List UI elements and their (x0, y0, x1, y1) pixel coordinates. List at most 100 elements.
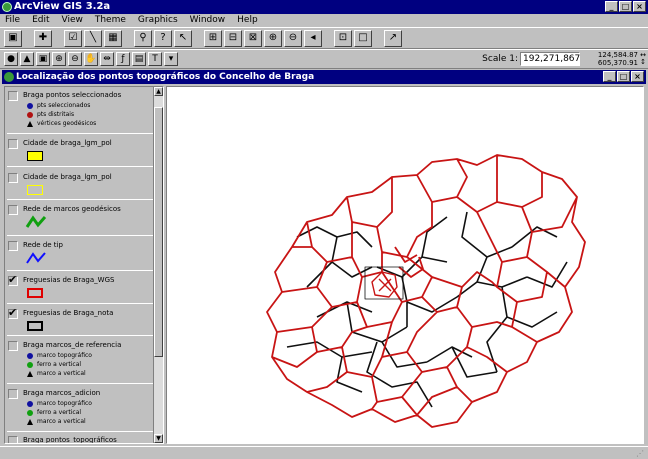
select-feature-icon[interactable]: ⊡ (334, 29, 352, 47)
edit-legend-icon[interactable]: ╲ (84, 29, 102, 47)
tool-bar: ● ▲ ▣ ⊕ ⊖ ✋ ⇹ ƒ ▤ T ▾ Scale 1: 192,271,8… (0, 49, 648, 69)
zoom-full-icon[interactable]: ⊞ (204, 29, 222, 47)
coord-arrows-icon: ↔ ↕ (640, 51, 646, 66)
label-icon[interactable]: ▤ (132, 52, 146, 66)
button-bar: ▣ ✚ ☑ ╲ ▦ ⚲ ? ↖ ⊞ ⊟ ⊠ ⊕ ⊖ ◂ ⊡ □ ↗ (0, 27, 648, 49)
coord-y: 605,370.91 (597, 59, 638, 67)
theme-name: Rede de tip (23, 241, 63, 249)
legend-class: vértices geodésicos (27, 120, 96, 127)
pointer-icon[interactable]: ▲ (20, 52, 34, 66)
menu-graphics[interactable]: Graphics (137, 14, 179, 27)
measure-icon[interactable]: ⇹ (100, 52, 114, 66)
minimize-button[interactable]: _ (605, 1, 618, 12)
vertex-edit-icon[interactable]: ▣ (36, 52, 50, 66)
red-outline-symbol-icon (27, 288, 43, 298)
theme-name: Braga pontos_topográficos (23, 436, 117, 444)
zoom-in-icon[interactable]: ⊕ (264, 29, 282, 47)
legend-class: marco a vertical (27, 418, 86, 425)
pan-icon[interactable]: ✋ (84, 52, 98, 66)
theme-visibility-checkbox[interactable] (8, 273, 18, 286)
view-icon (4, 72, 14, 82)
menu-view[interactable]: View (61, 14, 84, 27)
menu-help[interactable]: Help (236, 14, 259, 27)
legend-class: ferro a vertical (27, 361, 81, 368)
coord-x: 124,584.87 (597, 51, 638, 59)
menu-window[interactable]: Window (189, 14, 227, 27)
theme-properties-icon[interactable]: ☑ (64, 29, 82, 47)
toc-scrollbar[interactable]: ▲ ▼ (153, 87, 163, 443)
green-line-symbol-icon (25, 215, 47, 228)
blue-point-icon (27, 400, 33, 407)
zoom-in-tool-icon[interactable]: ⊕ (52, 52, 66, 66)
theme-visibility-checkbox[interactable] (8, 306, 18, 319)
zoom-selected-icon[interactable]: ⊠ (244, 29, 262, 47)
menu-theme[interactable]: Theme (94, 14, 127, 27)
view-close-button[interactable]: × (631, 71, 644, 82)
menu-edit[interactable]: Edit (31, 14, 50, 27)
theme-visibility-checkbox[interactable] (8, 139, 18, 149)
view-title: Localização dos pontos topográficos do C… (16, 72, 315, 82)
coordinate-readout: 124,584.87 605,370.91 (598, 51, 638, 67)
open-table-icon[interactable]: ▦ (104, 29, 122, 47)
view-minimize-button[interactable]: _ (603, 71, 616, 82)
menu-bar: File Edit View Theme Graphics Window Hel… (0, 14, 648, 27)
zoom-active-icon[interactable]: ⊟ (224, 29, 242, 47)
yellow-fill-symbol-icon (27, 151, 43, 161)
scroll-up-icon[interactable]: ▲ (154, 87, 163, 96)
draw-icon[interactable]: ▾ (164, 52, 178, 66)
blue-point-icon (27, 102, 33, 109)
legend-class: marco topográfico (27, 352, 92, 359)
theme-name: Braga pontos seleccionados (23, 91, 122, 99)
scale-input[interactable]: 192,271,867 (520, 52, 580, 66)
legend-class: marco a vertical (27, 370, 86, 377)
table-of-contents: ▲ ▼ Braga pontos seleccionados pts selec… (4, 86, 164, 444)
hotlink-icon[interactable]: ƒ (116, 52, 130, 66)
zoom-out-tool-icon[interactable]: ⊖ (68, 52, 82, 66)
map-display[interactable] (166, 86, 644, 444)
scroll-down-icon[interactable]: ▼ (154, 434, 163, 443)
theme-visibility-checkbox[interactable] (8, 205, 18, 215)
theme-visibility-checkbox[interactable] (8, 341, 18, 351)
save-icon[interactable]: ▣ (4, 29, 22, 47)
legend-class: pts distritais (27, 111, 74, 118)
theme-visibility-checkbox[interactable] (8, 389, 18, 399)
menu-file[interactable]: File (4, 14, 21, 27)
theme-visibility-checkbox[interactable] (8, 91, 18, 101)
resize-grip-icon[interactable]: ⋰ (636, 449, 644, 458)
yellow-outline-symbol-icon (27, 185, 43, 195)
text-icon[interactable]: T (148, 52, 162, 66)
theme-visibility-checkbox[interactable] (8, 436, 18, 443)
status-bar: ⋰ (0, 446, 648, 459)
red-point-icon (27, 111, 33, 118)
triangle-icon (27, 418, 33, 425)
find-icon[interactable]: ⚲ (134, 29, 152, 47)
theme-name: Freguesias de Braga_WGS (23, 276, 115, 284)
maximize-button[interactable]: □ (619, 1, 632, 12)
query-icon[interactable]: ? (154, 29, 172, 47)
window-controls: _ □ × (605, 1, 646, 12)
theme-name: Braga marcos_adicion (23, 389, 101, 397)
theme-visibility-checkbox[interactable] (8, 173, 18, 183)
locate-icon[interactable]: ↖ (174, 29, 192, 47)
zoom-previous-icon[interactable]: ◂ (304, 29, 322, 47)
legend-class: marco topográfico (27, 400, 92, 407)
zoom-out-icon[interactable]: ⊖ (284, 29, 302, 47)
blue-point-icon (27, 352, 33, 359)
add-theme-icon[interactable]: ✚ (34, 29, 52, 47)
scale-label: Scale 1: (482, 54, 518, 64)
view-maximize-button[interactable]: □ (617, 71, 630, 82)
view-window-title-bar: Localização dos pontos topográficos do C… (2, 70, 646, 84)
clear-select-icon[interactable]: □ (354, 29, 372, 47)
app-title: ArcView GIS 3.2a (14, 1, 111, 12)
green-point-icon (27, 361, 33, 368)
theme-visibility-checkbox[interactable] (8, 241, 18, 251)
close-button[interactable]: × (633, 1, 646, 12)
identify-icon[interactable]: ● (4, 52, 18, 66)
legend-class: pts seleccionados (27, 102, 90, 109)
theme-name: Rede de marcos geodésicos (23, 205, 121, 213)
scroll-thumb[interactable] (154, 107, 163, 357)
theme-name: Cidade de braga_lgm_pol (23, 139, 112, 147)
help-icon[interactable]: ↗ (384, 29, 402, 47)
legend-class: ferro a vertical (27, 409, 81, 416)
parish-boundaries-map (266, 154, 586, 428)
